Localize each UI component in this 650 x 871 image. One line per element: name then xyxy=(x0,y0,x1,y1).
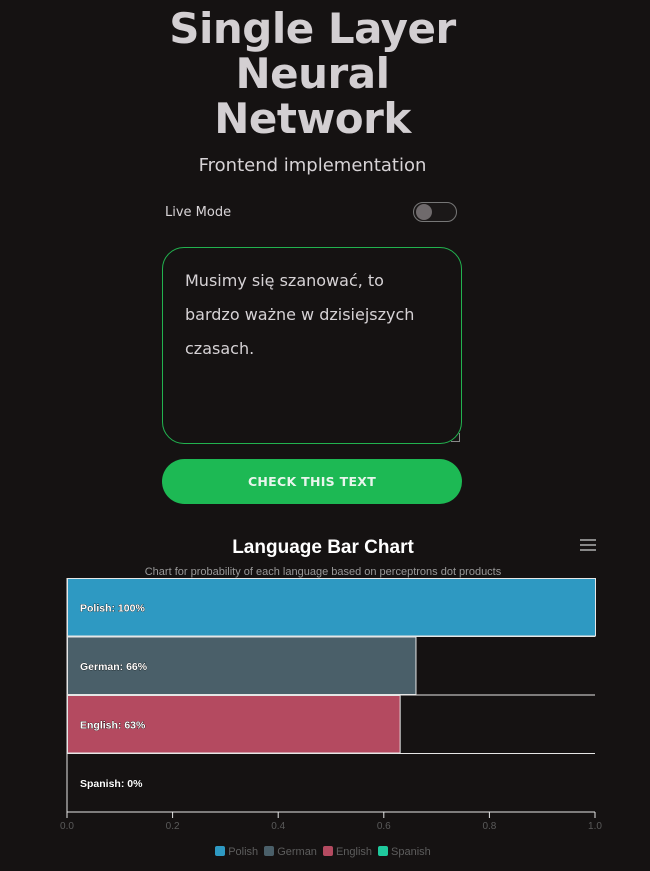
bar-polish xyxy=(67,578,596,637)
data-label: Polish: 100% xyxy=(80,602,145,614)
legend-item-german[interactable]: German xyxy=(264,846,317,858)
legend-item-english[interactable]: English xyxy=(322,846,373,858)
legend-label: Polish xyxy=(228,846,259,858)
legend-label: English xyxy=(335,846,373,858)
legend-label: German xyxy=(277,846,317,858)
x-tick-label: 0.2 xyxy=(166,821,180,832)
data-label: English: 63% xyxy=(80,719,146,731)
x-tick-label: 1.0 xyxy=(588,821,602,832)
x-tick-label: 0.8 xyxy=(482,821,496,832)
x-tick-label: 0.0 xyxy=(60,821,74,832)
x-tick-label: 0.4 xyxy=(271,821,285,832)
x-tick-label: 0.6 xyxy=(377,821,391,832)
data-label: Spanish: 0% xyxy=(80,778,143,790)
legend-label: Spanish xyxy=(391,846,431,858)
legend-swatch xyxy=(215,846,226,856)
legend-swatch xyxy=(264,846,275,856)
legend-item-spanish[interactable]: Spanish xyxy=(378,846,431,858)
legend-swatch xyxy=(322,846,333,856)
legend-item-polish[interactable]: Polish xyxy=(215,846,258,858)
language-bar-chart: Polish: 100% German: 66% English: 63% Spani… xyxy=(60,578,602,832)
chart-legend: Polish German English Spanish xyxy=(0,846,646,858)
data-label: German: 66% xyxy=(80,661,148,673)
legend-swatch xyxy=(378,846,389,856)
